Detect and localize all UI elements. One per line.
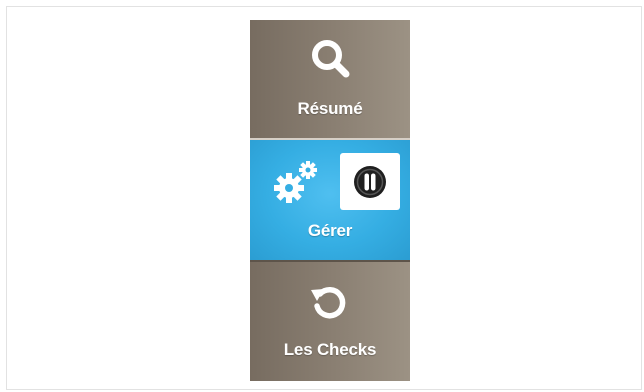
pause-badge[interactable] xyxy=(340,153,400,210)
nav-item-label: Résumé xyxy=(297,99,363,118)
nav-item-resume[interactable]: Résumé xyxy=(250,20,410,140)
nav-item-label: Gérer xyxy=(307,221,353,240)
refresh-icon xyxy=(308,280,352,324)
nav-item-les-checks[interactable]: Les Checks xyxy=(250,262,410,381)
gears-icon xyxy=(274,160,318,204)
pause-icon xyxy=(354,165,386,198)
search-icon xyxy=(308,36,352,80)
vertical-nav: Résumé Gérer Les Checks xyxy=(250,20,410,383)
nav-item-label: Les Checks xyxy=(283,340,377,359)
nav-item-gerer[interactable]: Gérer xyxy=(250,140,410,262)
